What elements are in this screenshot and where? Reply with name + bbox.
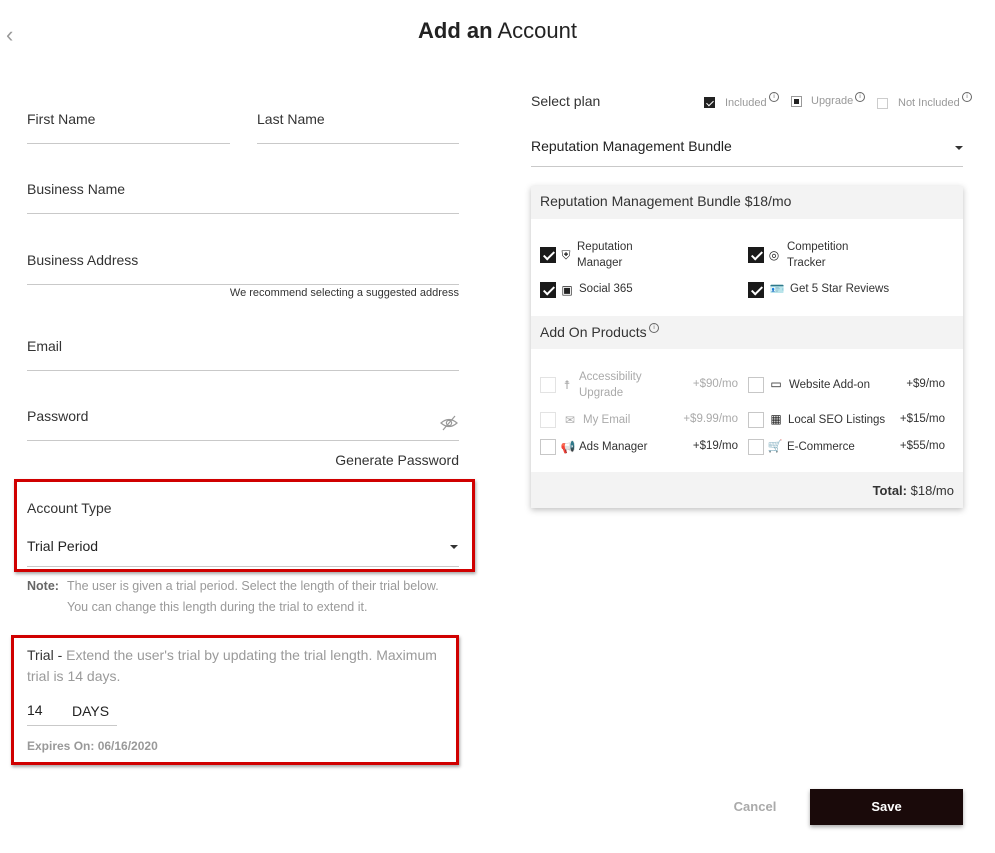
envelope-icon: ✉ [564,413,576,427]
plan-select-underline [531,166,963,167]
caret-down-icon[interactable] [450,545,458,549]
caret-down-icon[interactable] [955,146,963,150]
addons-title: Add On Products [540,324,647,340]
email-underline [27,370,459,371]
save-button[interactable]: Save [810,789,963,825]
calendar-icon: ▣ [561,283,573,297]
first-name-underline [27,143,230,144]
competition-tracker-checkbox[interactable] [748,247,764,263]
business-address-underline [27,284,459,285]
website-addon-label: Website Add-on [789,379,870,391]
ecommerce-checkbox[interactable] [748,439,764,455]
ads-manager-checkbox[interactable] [540,439,556,455]
info-icon[interactable]: i [769,92,779,102]
my-email-label: My Email [583,414,631,426]
note-label: Note: [27,579,59,593]
business-address-field[interactable]: Business Address [27,252,138,268]
accessibility-upgrade-label: Accessibility Upgrade [579,371,642,399]
ecommerce-label: E-Commerce [787,441,855,453]
target-icon: ◎ [768,248,780,262]
local-seo-listings-checkbox[interactable] [748,412,764,428]
shopping-cart-icon: 🛒 [767,439,783,453]
local-seo-listings-price: +$15/mo [899,413,945,425]
competition-tracker-label: Competition Tracker [787,241,849,269]
title-bold: Add an [418,18,493,43]
info-icon[interactable]: i [649,323,659,333]
generate-password-link[interactable]: Generate Password [300,452,459,468]
accessibility-upgrade-checkbox[interactable] [540,377,556,393]
get-5-star-reviews-label: Get 5 Star Reviews [790,283,890,295]
account-type-select[interactable]: Trial Period [27,538,459,560]
trial-expires-date: Expires On: 06/16/2020 [27,739,158,753]
website-addon-checkbox[interactable] [748,377,764,393]
social-365-label: Social 365 [579,283,633,295]
plan-select-value: Reputation Management Bundle [531,138,732,154]
cancel-button[interactable]: Cancel [720,799,790,814]
ads-manager-label: Ads Manager [579,441,648,453]
social-365-checkbox[interactable] [540,282,556,298]
trial-days-unit: DAYS [72,703,110,719]
trial-description: Trial - Extend the user's trial by updat… [27,647,437,663]
get-5-star-reviews-checkbox[interactable] [748,282,764,298]
legend-not-included-checkbox [877,98,888,109]
bundle-title: Reputation Management Bundle $18/mo [540,193,792,209]
bundle-total: Total: $18/mo [872,483,954,498]
business-name-underline [27,213,459,214]
megaphone-icon: 📢 [560,440,576,454]
eye-slash-icon[interactable] [440,414,458,432]
info-icon[interactable]: i [962,92,972,102]
password-underline [27,440,459,441]
reputation-manager-label: Reputation Manager [577,241,633,269]
legend-included-label: Included [725,97,767,109]
note-line-2: You can change this length during the tr… [67,600,368,614]
trial-description-2: trial is 14 days. [27,668,121,684]
building-icon: ▦ [770,412,782,426]
ecommerce-price: +$55/mo [899,440,945,452]
shield-icon: ⛨ [561,248,571,262]
plan-select[interactable]: Reputation Management Bundle [531,138,963,160]
id-card-icon: 🪪 [769,282,785,296]
ads-manager-price: +$19/mo [692,440,738,452]
my-email-price: +$9.99/mo [683,413,738,425]
legend-upgrade-checkbox [791,96,802,107]
title-rest: Account [497,18,577,43]
select-plan-label: Select plan [531,93,601,109]
business-name-field[interactable]: Business Name [27,181,125,197]
trial-days-underline [27,725,117,726]
info-icon[interactable]: i [855,92,865,102]
account-type-label: Account Type [27,500,112,516]
password-field[interactable]: Password [27,408,88,424]
note-line-1: The user is given a trial period. Select… [67,579,439,593]
page-title: Add an Account [0,18,995,44]
trial-days-input[interactable]: 14 [27,702,57,718]
last-name-field[interactable]: Last Name [257,111,325,127]
account-type-underline [27,566,459,567]
legend-not-included-label: Not Included [898,97,960,109]
first-name-field[interactable]: First Name [27,111,95,127]
browser-window-icon: ▭ [770,377,782,391]
legend-upgrade-label: Upgrade [811,95,854,107]
reputation-manager-checkbox[interactable] [540,247,556,263]
my-email-checkbox[interactable] [540,412,556,428]
website-addon-price: +$9/mo [906,378,945,390]
accessibility-upgrade-price: +$90/mo [692,378,738,390]
email-field[interactable]: Email [27,338,62,354]
account-type-value: Trial Period [27,538,99,554]
last-name-underline [257,143,459,144]
legend-included-checkbox [704,97,715,108]
accessibility-icon: ☨ [563,378,571,392]
address-hint: We recommend selecting a suggested addre… [229,287,459,299]
